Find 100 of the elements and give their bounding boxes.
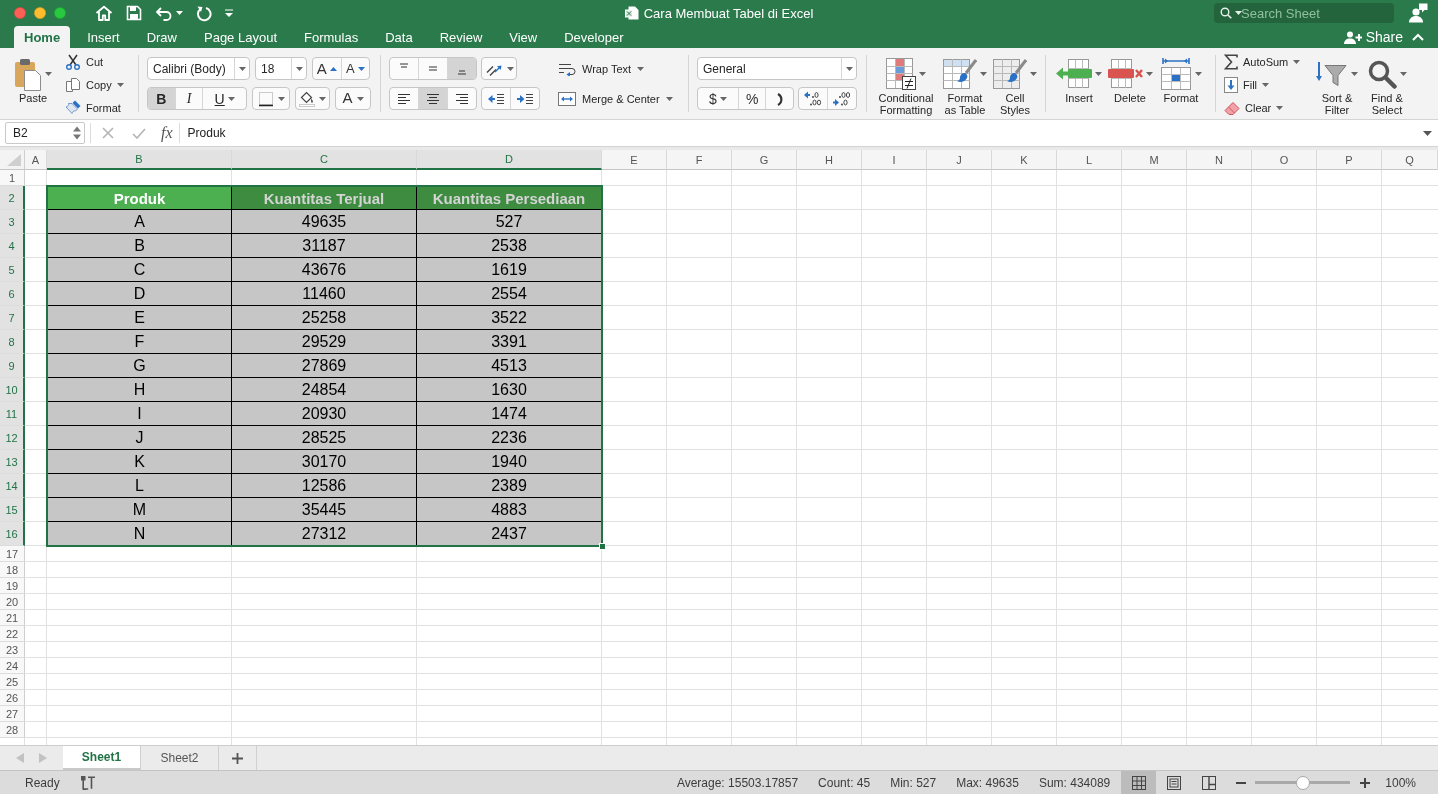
row-header[interactable]: 24 <box>0 658 25 674</box>
autosum-button[interactable]: AutoSum <box>1224 50 1314 73</box>
expand-formula-icon[interactable] <box>1423 130 1432 136</box>
cut-button[interactable]: Cut <box>65 50 124 73</box>
search-field[interactable]: Search Sheet <box>1214 3 1394 23</box>
row-header[interactable]: 25 <box>0 674 25 690</box>
column-header[interactable]: O <box>1252 150 1317 170</box>
row-header[interactable]: 16 <box>0 522 25 546</box>
column-header[interactable]: P <box>1317 150 1382 170</box>
view-button[interactable] <box>1121 771 1157 794</box>
row-header[interactable]: 5 <box>0 258 25 282</box>
record-macro-icon[interactable] <box>79 774 96 791</box>
shrink-font-button[interactable]: A <box>341 58 369 79</box>
zoom-out-button[interactable] <box>1236 781 1247 784</box>
align-bottom-button[interactable] <box>448 58 476 79</box>
menu-tab[interactable]: Data <box>375 26 423 48</box>
row-header[interactable]: 6 <box>0 282 25 306</box>
cell-styles-button[interactable]: Cell Styles <box>993 48 1037 119</box>
row-header[interactable]: 23 <box>0 642 25 658</box>
row-header[interactable]: 8 <box>0 330 25 354</box>
menu-tab[interactable]: Review <box>429 26 493 48</box>
menu-tab[interactable]: Page Layout <box>194 26 287 48</box>
fill-handle[interactable] <box>599 543 606 550</box>
menu-tab[interactable]: Developer <box>554 26 634 48</box>
column-header[interactable]: M <box>1122 150 1187 170</box>
toolbar-menu-icon[interactable] <box>225 9 233 17</box>
menu-tab[interactable]: Home <box>14 26 71 48</box>
row-header[interactable]: 21 <box>0 610 25 626</box>
number-format-dropdown[interactable]: General <box>697 57 857 80</box>
row-header[interactable]: 7 <box>0 306 25 330</box>
menu-tab[interactable]: View <box>499 26 548 48</box>
sort-filter-button[interactable]: Sort & Filter <box>1314 48 1360 119</box>
column-header[interactable]: E <box>602 150 667 170</box>
format-cells-button[interactable]: Format <box>1156 48 1206 119</box>
font-name-dropdown[interactable]: Calibri (Body) <box>147 57 250 80</box>
column-header[interactable]: D <box>417 150 602 170</box>
menu-tab[interactable]: Draw <box>136 26 187 48</box>
menu-tab[interactable]: Formulas <box>294 26 369 48</box>
row-header[interactable]: 18 <box>0 562 25 578</box>
copy-button[interactable]: Copy <box>65 73 124 96</box>
row-header[interactable]: 9 <box>0 354 25 378</box>
minimize-icon[interactable] <box>34 7 46 19</box>
borders-button[interactable] <box>252 87 290 110</box>
bold-button[interactable]: B <box>148 88 176 109</box>
format-as-table-button[interactable]: Format as Table <box>942 48 988 119</box>
row-header[interactable]: 20 <box>0 594 25 610</box>
column-header[interactable]: J <box>927 150 992 170</box>
formula-field[interactable]: Produk <box>179 120 1417 146</box>
insert-function-button[interactable]: fx <box>161 124 173 142</box>
column-header[interactable]: B <box>47 150 232 170</box>
column-header[interactable]: I <box>862 150 927 170</box>
row-header[interactable]: 4 <box>0 234 25 258</box>
font-color-button[interactable]: A <box>335 87 371 110</box>
row-header[interactable]: 17 <box>0 546 25 562</box>
column-header[interactable]: F <box>667 150 732 170</box>
undo-icon[interactable] <box>155 5 173 21</box>
share-button[interactable]: Share <box>1343 26 1403 48</box>
column-header[interactable]: G <box>732 150 797 170</box>
row-header[interactable]: 2 <box>0 186 25 210</box>
row-header[interactable]: 13 <box>0 450 25 474</box>
user-comment-icon[interactable] <box>1408 3 1428 23</box>
row-header[interactable]: 26 <box>0 690 25 706</box>
row-header[interactable]: 12 <box>0 426 25 450</box>
percent-button[interactable]: % <box>738 88 767 109</box>
conditional-formatting-button[interactable]: Conditional Formatting <box>875 48 937 119</box>
row-header[interactable]: 10 <box>0 378 25 402</box>
column-header[interactable]: K <box>992 150 1057 170</box>
row-header[interactable]: 27 <box>0 706 25 722</box>
checkmark-icon[interactable] <box>132 127 146 139</box>
font-size-dropdown[interactable]: 18 <box>255 57 307 80</box>
column-header[interactable]: L <box>1057 150 1122 170</box>
column-header[interactable]: Q <box>1382 150 1438 170</box>
delete-cells-button[interactable]: Delete <box>1105 48 1155 119</box>
home-icon[interactable] <box>95 5 113 21</box>
find-select-button[interactable]: Find & Select <box>1364 48 1410 119</box>
text-orientation-button[interactable] <box>481 57 517 80</box>
column-header[interactable]: N <box>1187 150 1252 170</box>
row-header[interactable]: 11 <box>0 402 25 426</box>
wrap-text-button[interactable]: Wrap Text <box>558 57 673 80</box>
fill-color-button[interactable] <box>295 87 330 110</box>
row-header[interactable]: 22 <box>0 626 25 642</box>
merge-center-button[interactable]: Merge & Center <box>558 87 673 110</box>
grow-font-button[interactable]: A <box>313 58 342 79</box>
row-header[interactable]: 14 <box>0 474 25 498</box>
redo-icon[interactable] <box>196 4 212 22</box>
row-header[interactable]: 1 <box>0 170 25 186</box>
row-header[interactable]: 15 <box>0 498 25 522</box>
column-header[interactable]: A <box>25 150 47 170</box>
italic-button[interactable]: I <box>175 88 204 109</box>
fill-button[interactable]: Fill <box>1224 73 1314 96</box>
underline-button[interactable]: U <box>203 88 246 109</box>
menu-tab[interactable]: Insert <box>77 26 130 48</box>
row-header[interactable]: 3 <box>0 210 25 234</box>
row-header[interactable]: 28 <box>0 722 25 738</box>
row-header[interactable]: 19 <box>0 578 25 594</box>
slider-thumb[interactable] <box>1295 775 1310 790</box>
align-center-button[interactable] <box>419 88 448 109</box>
insert-cells-button[interactable]: Insert <box>1054 48 1104 119</box>
name-box[interactable]: B2 <box>5 122 85 144</box>
clear-button[interactable]: Clear <box>1224 96 1314 119</box>
